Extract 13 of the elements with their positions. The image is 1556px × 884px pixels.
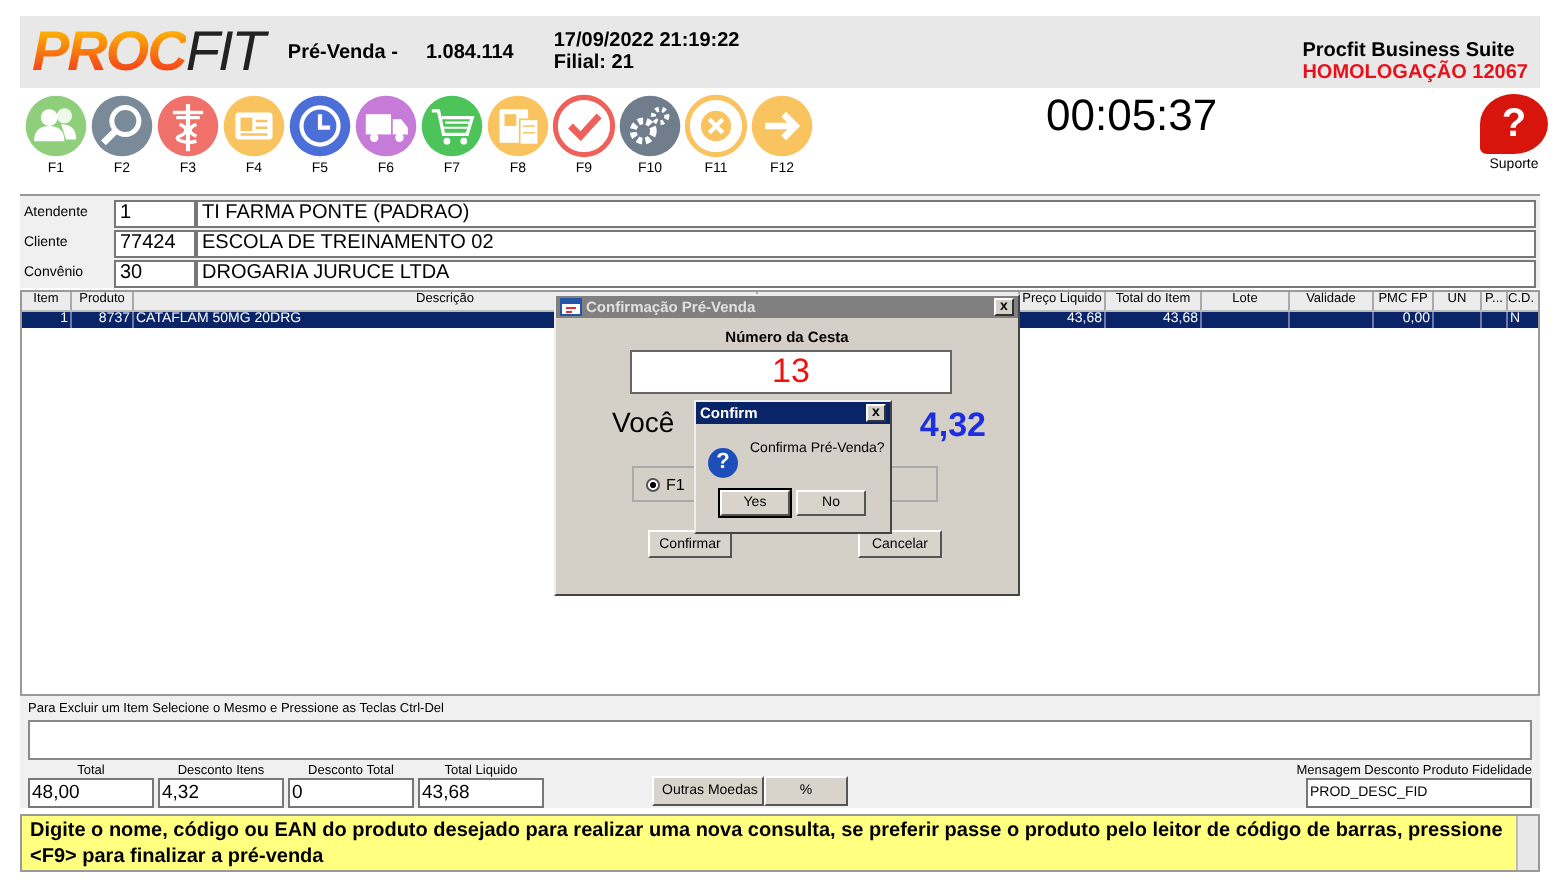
version-label: 1.084.114 — [425, 41, 514, 63]
module-label: Pré-Venda - — [287, 41, 398, 63]
timer-label: 00:05:37 — [1046, 90, 1218, 142]
question-icon: ? — [708, 448, 738, 478]
environment-label: HOMOLOGAÇÃO 12067 — [1302, 62, 1528, 84]
logo-text: FIT — [185, 20, 264, 84]
branch-label: Filial: 21 — [553, 52, 636, 74]
suite-label: Procfit Business Suite — [1302, 40, 1517, 62]
datetime-label: 17/09/2022 21:19:22 — [553, 30, 740, 52]
basket-number-field: 13 — [630, 350, 952, 394]
saving-text: Você — [612, 406, 675, 442]
saving-value: 4,32 — [919, 406, 986, 446]
status-message: Digite o nome, código ou EAN do produto desejado para realizar uma nova consulta, se preferir passe o produto pelo leitor de código de barras, pressione <F9> para finalizar a pré-venda — [28, 818, 1505, 870]
